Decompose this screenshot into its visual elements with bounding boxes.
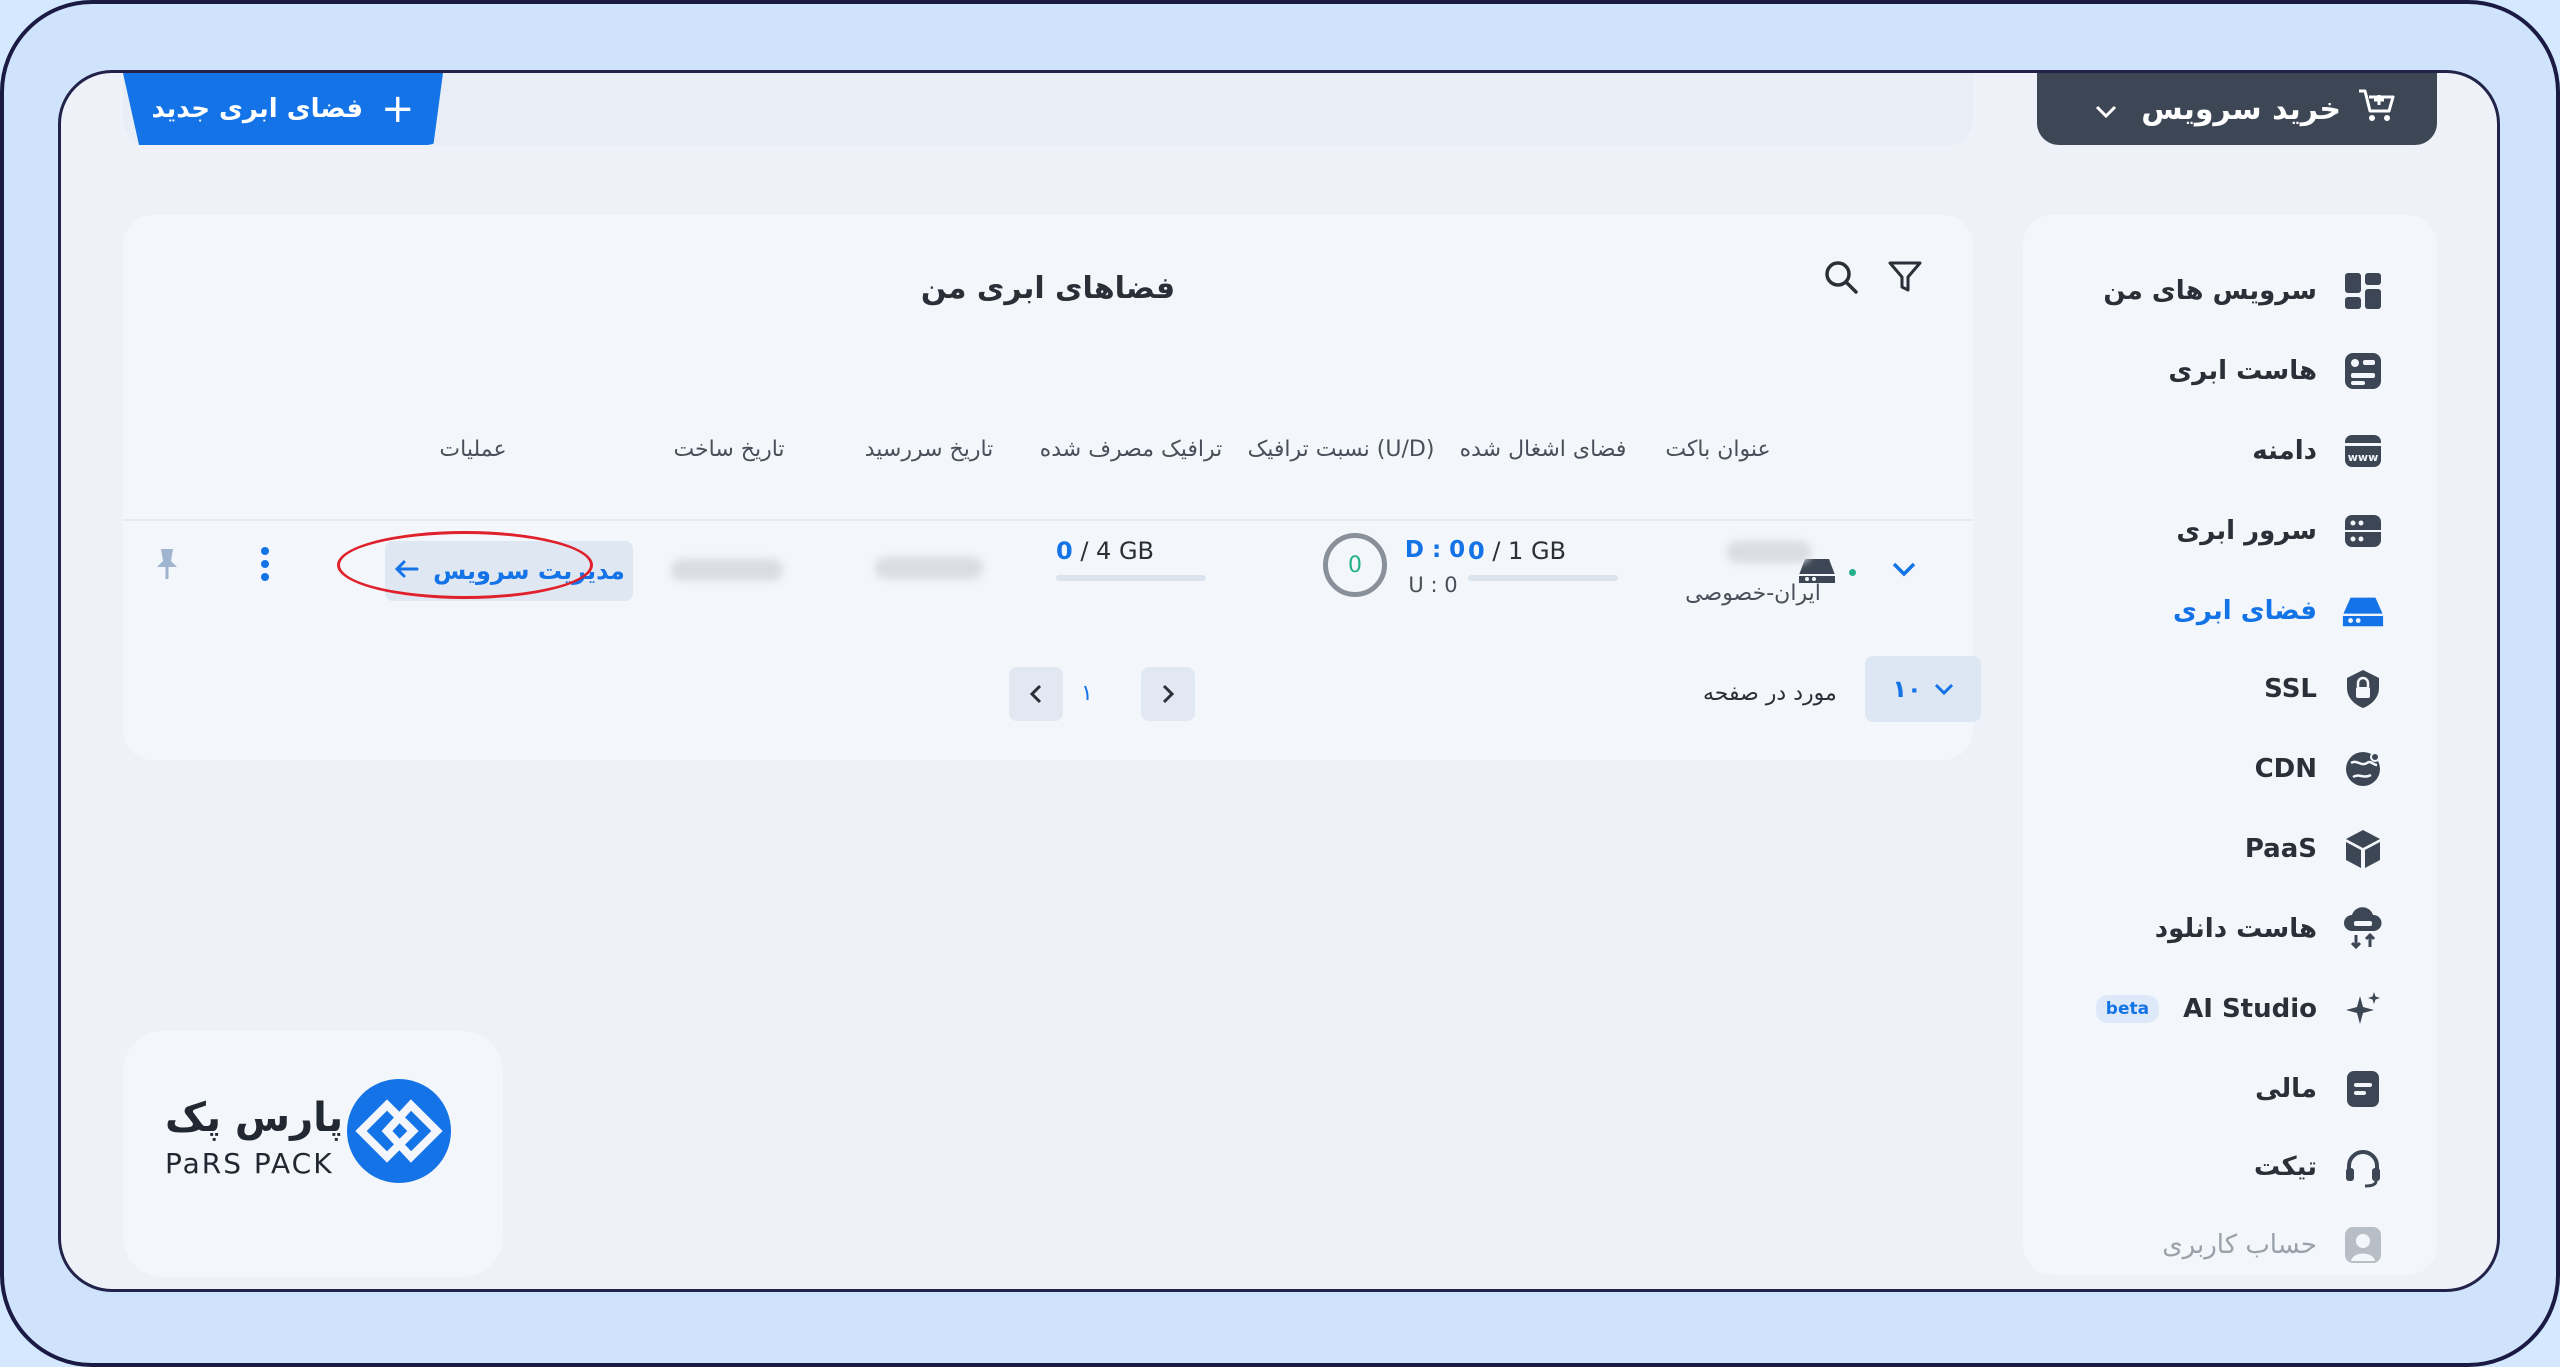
col-bucket-title: عنوان باکت [1665, 437, 1771, 462]
download-value: D : 0 [1404, 537, 1466, 563]
dashboard-icon [2341, 269, 2385, 313]
traffic-used-value: 0 [1056, 537, 1073, 565]
sidebar-item-label: AI Studio [2183, 994, 2317, 1024]
sidebar-item-finance[interactable]: مالی [2255, 1059, 2385, 1119]
sidebar-item-label: PaaS [2244, 834, 2317, 864]
sidebar-item-ai-studio[interactable]: beta AI Studio [2095, 979, 2385, 1039]
sidebar-item-label: SSL [2264, 674, 2317, 704]
cloud-spaces-card: فضاهای ابری من عنوان باکت فضای اشغال شده… [123, 215, 1981, 760]
prev-page-button[interactable] [1009, 667, 1063, 721]
next-page-button[interactable] [1141, 667, 1195, 721]
sparkle-icon [2341, 987, 2385, 1031]
col-created-date: تاریخ ساخت [673, 437, 785, 462]
sidebar-item-ssl[interactable]: SSL [2264, 659, 2385, 719]
traffic-ratio-gauge: 0 [1323, 533, 1387, 597]
filter-icon[interactable] [1887, 259, 1923, 299]
headset-icon [2341, 1145, 2385, 1189]
sidebar-item-cloud-host[interactable]: هاست ابری [2168, 341, 2385, 401]
chevron-down-icon [1934, 675, 1954, 703]
bucket-location: ایران-خصوصی [1685, 581, 1821, 606]
finance-icon [2341, 1067, 2385, 1111]
sidebar-item-label: هاست دانلود [2154, 914, 2317, 944]
sidebar-item-ticket[interactable]: تیکت [2254, 1137, 2385, 1197]
expiry-date-redacted [875, 557, 983, 579]
logo-card: پارس پک PaRS PACK [123, 1031, 503, 1277]
per-page-select[interactable]: ۱۰ [1865, 656, 1981, 722]
sidebar-item-label: مالی [2255, 1074, 2317, 1104]
sidebar-item-cloud-server[interactable]: سرور ابری [2176, 501, 2385, 561]
sidebar-item-cdn[interactable]: CDN [2255, 739, 2385, 799]
used-space-bar [1468, 575, 1618, 581]
sidebar-item-label: فضای ابری [2173, 596, 2317, 626]
chevron-down-icon [2095, 92, 2117, 127]
page-title: فضاهای ابری من [920, 271, 1176, 306]
sidebar-item-user-account[interactable]: حساب کاربری [2162, 1215, 2385, 1275]
sidebar-item-label: دامنه [2252, 436, 2317, 466]
col-expiry-date: تاریخ سررسید [864, 437, 994, 462]
sidebar-item-label: حساب کاربری [2162, 1230, 2317, 1260]
sidebar-item-label: سرور ابری [2176, 516, 2317, 546]
per-page-label: مورد در صفحه [1703, 681, 1837, 706]
sidebar-item-cloud-storage[interactable]: فضای ابری [2173, 581, 2385, 641]
per-page-value: ۱۰ [1892, 675, 1922, 703]
col-operations: عملیات [439, 437, 507, 462]
created-date-redacted [671, 559, 783, 581]
cloud-storage-icon [2341, 589, 2385, 633]
search-icon[interactable] [1823, 259, 1859, 299]
app-screen: فضای ابری جدید + خرید سرویس فضاهای ابری … [58, 70, 2500, 1292]
cloud-download-icon [2341, 907, 2385, 951]
col-traffic-used: ترافیک مصرف شده [1039, 437, 1223, 462]
cloud-host-icon [2341, 349, 2385, 393]
col-traffic-ratio: نسبت ترافیک (U/D) [1247, 437, 1435, 462]
beta-badge: beta [2095, 995, 2160, 1023]
used-space-cell: 0 / 1 GB [1468, 537, 1618, 581]
sidebar-item-download-host[interactable]: هاست دانلود [2155, 899, 2385, 959]
bucket-name-redacted [1727, 541, 1811, 563]
domain-icon: www [2341, 429, 2385, 473]
traffic-used-cell: 0 / 4 GB [1056, 537, 1206, 581]
new-space-label: فضای ابری جدید [151, 94, 364, 124]
used-space-value: 0 [1468, 537, 1485, 565]
sidebar-item-label: هاست ابری [2168, 356, 2317, 386]
col-used-space: فضای اشغال شده [1459, 437, 1627, 462]
parspack-logo: پارس پک PaRS PACK [165, 1079, 451, 1183]
card-tools [1823, 259, 1923, 299]
highlight-ring [337, 531, 593, 599]
new-cloud-space-button[interactable]: فضای ابری جدید + [123, 73, 443, 145]
buy-service-button[interactable]: خرید سرویس [2037, 73, 2437, 145]
server-icon [2341, 509, 2385, 553]
header-divider [123, 519, 1973, 521]
lock-shield-icon [2341, 667, 2385, 711]
more-options-icon[interactable] [259, 545, 271, 587]
expand-chevron-icon[interactable] [1891, 561, 1917, 583]
current-page[interactable]: ۱ [1081, 681, 1093, 706]
sidebar-item-label: سرویس های من [2103, 276, 2317, 306]
logo-fa-text: پارس پک [165, 1095, 343, 1141]
user-icon [2341, 1223, 2385, 1267]
buy-service-label: خرید سرویس [2141, 91, 2341, 127]
plus-icon: + [381, 86, 415, 132]
svg-text:www: www [2348, 451, 2379, 464]
traffic-used-bar [1056, 575, 1206, 581]
logo-en-text: PaRS PACK [165, 1147, 334, 1180]
globe-icon [2341, 747, 2385, 791]
upload-value: U : 0 [1408, 573, 1458, 597]
status-dot [1849, 569, 1856, 576]
pin-icon[interactable] [155, 547, 179, 585]
cart-icon [2357, 87, 2397, 131]
box-icon [2341, 827, 2385, 871]
sidebar-item-paas[interactable]: PaaS [2245, 819, 2385, 879]
sidebar: سرویس های من هاست ابری دامنه www سرور اب… [2023, 215, 2437, 1275]
traffic-used-total: / 4 GB [1080, 537, 1155, 565]
used-space-total: / 1 GB [1492, 537, 1567, 565]
sidebar-item-label: CDN [2254, 754, 2317, 784]
sidebar-item-label: تیکت [2253, 1152, 2317, 1182]
sidebar-item-my-services[interactable]: سرویس های من [2103, 261, 2385, 321]
sidebar-item-domain[interactable]: دامنه www [2252, 421, 2385, 481]
